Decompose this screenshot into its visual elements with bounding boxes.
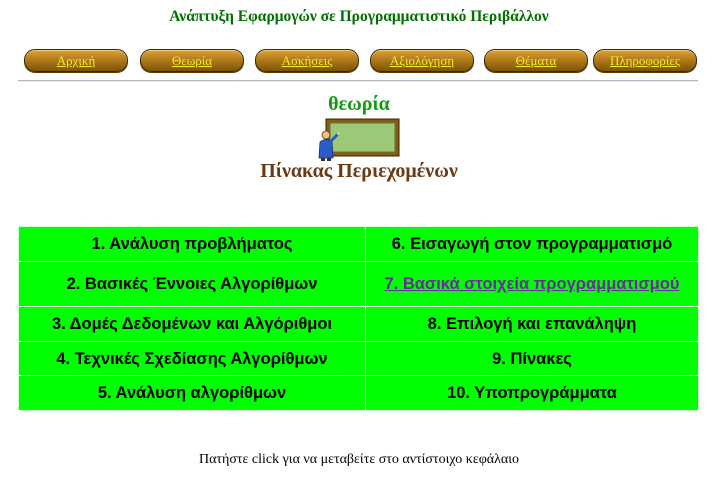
section-title: θεωρία xyxy=(328,93,390,115)
table-cell: 3. Δομές Δεδομένων και Αλγόριθμοι xyxy=(18,306,366,342)
table-cell: 10. Υποπρογράμματα xyxy=(365,375,699,411)
chapter-link-4[interactable]: 4. Τεχνικές Σχεδίασης Αλγορίθμων xyxy=(56,350,327,368)
table-row: 3. Δομές Δεδομένων και Αλγόριθμοι 8. Επι… xyxy=(18,306,699,342)
table-cell: 9. Πίνακες xyxy=(365,340,699,377)
chapter-link-6[interactable]: 6. Εισαγωγή στον προγραμματισμό xyxy=(392,235,673,253)
table-cell: 4. Τεχνικές Σχεδίασης Αλγορίθμων xyxy=(18,340,366,377)
nav-button-theory[interactable]: Θεωρία xyxy=(140,49,244,72)
table-cell: 6. Εισαγωγή στον προγραμματισμό xyxy=(365,226,699,262)
horizontal-divider xyxy=(18,80,698,82)
table-cell: 1. Ανάλυση προβλήματος xyxy=(18,226,366,262)
site-title: Ανάπτυξη Εφαρμογών σε Προγραμματιστικό Π… xyxy=(169,8,549,25)
table-cell: 7. Βασικά στοιχεία προγραμματισμού xyxy=(365,260,699,308)
chapter-link-10[interactable]: 10. Υποπρογράμματα xyxy=(447,384,617,402)
chapter-link-8[interactable]: 8. Επιλογή και επανάληψη xyxy=(428,315,637,333)
main-navigation: Αρχική Θεωρία Ασκήσεις Αξιολόγηση Θέματα… xyxy=(0,49,718,72)
toc-title: Πίνακας Περιεχομένων xyxy=(260,160,458,182)
chapter-link-1[interactable]: 1. Ανάλυση προβλήματος xyxy=(92,235,293,253)
nav-button-evaluation[interactable]: Αξιολόγηση xyxy=(370,49,474,72)
table-row: 1. Ανάλυση προβλήματος 6. Εισαγωγή στον … xyxy=(18,226,699,262)
chapters-table: 1. Ανάλυση προβλήματος 6. Εισαγωγή στον … xyxy=(18,226,699,411)
nav-button-exercises[interactable]: Ασκήσεις xyxy=(255,49,359,72)
nav-button-topics[interactable]: Θέματα xyxy=(484,49,588,72)
table-row: 5. Ανάλυση αλγορίθμων 10. Υποπρογράμματα xyxy=(18,375,699,411)
table-row: 4. Τεχνικές Σχεδίασης Αλγορίθμων 9. Πίνα… xyxy=(18,340,699,377)
chapter-link-7[interactable]: 7. Βασικά στοιχεία προγραμματισμού xyxy=(385,275,680,293)
table-cell: 5. Ανάλυση αλγορίθμων xyxy=(18,375,366,411)
chapter-link-5[interactable]: 5. Ανάλυση αλγορίθμων xyxy=(98,384,286,402)
nav-button-information[interactable]: Πληροφορίες xyxy=(593,49,697,72)
chapter-link-9[interactable]: 9. Πίνακες xyxy=(492,350,572,368)
table-cell: 8. Επιλογή και επανάληψη xyxy=(365,306,699,342)
chapter-link-3[interactable]: 3. Δομές Δεδομένων και Αλγόριθμοι xyxy=(52,315,332,333)
teacher-blackboard-icon xyxy=(318,118,400,161)
chapter-link-2[interactable]: 2. Βασικές Έννοιες Αλγορίθμων xyxy=(67,275,318,293)
table-row: 2. Βασικές Έννοιες Αλγορίθμων 7. Βασικά … xyxy=(18,260,699,308)
table-cell: 2. Βασικές Έννοιες Αλγορίθμων xyxy=(18,260,366,308)
footer-instruction: Πατήστε click για να μεταβείτε στο αντίσ… xyxy=(198,452,520,467)
nav-button-home[interactable]: Αρχική xyxy=(24,49,128,72)
